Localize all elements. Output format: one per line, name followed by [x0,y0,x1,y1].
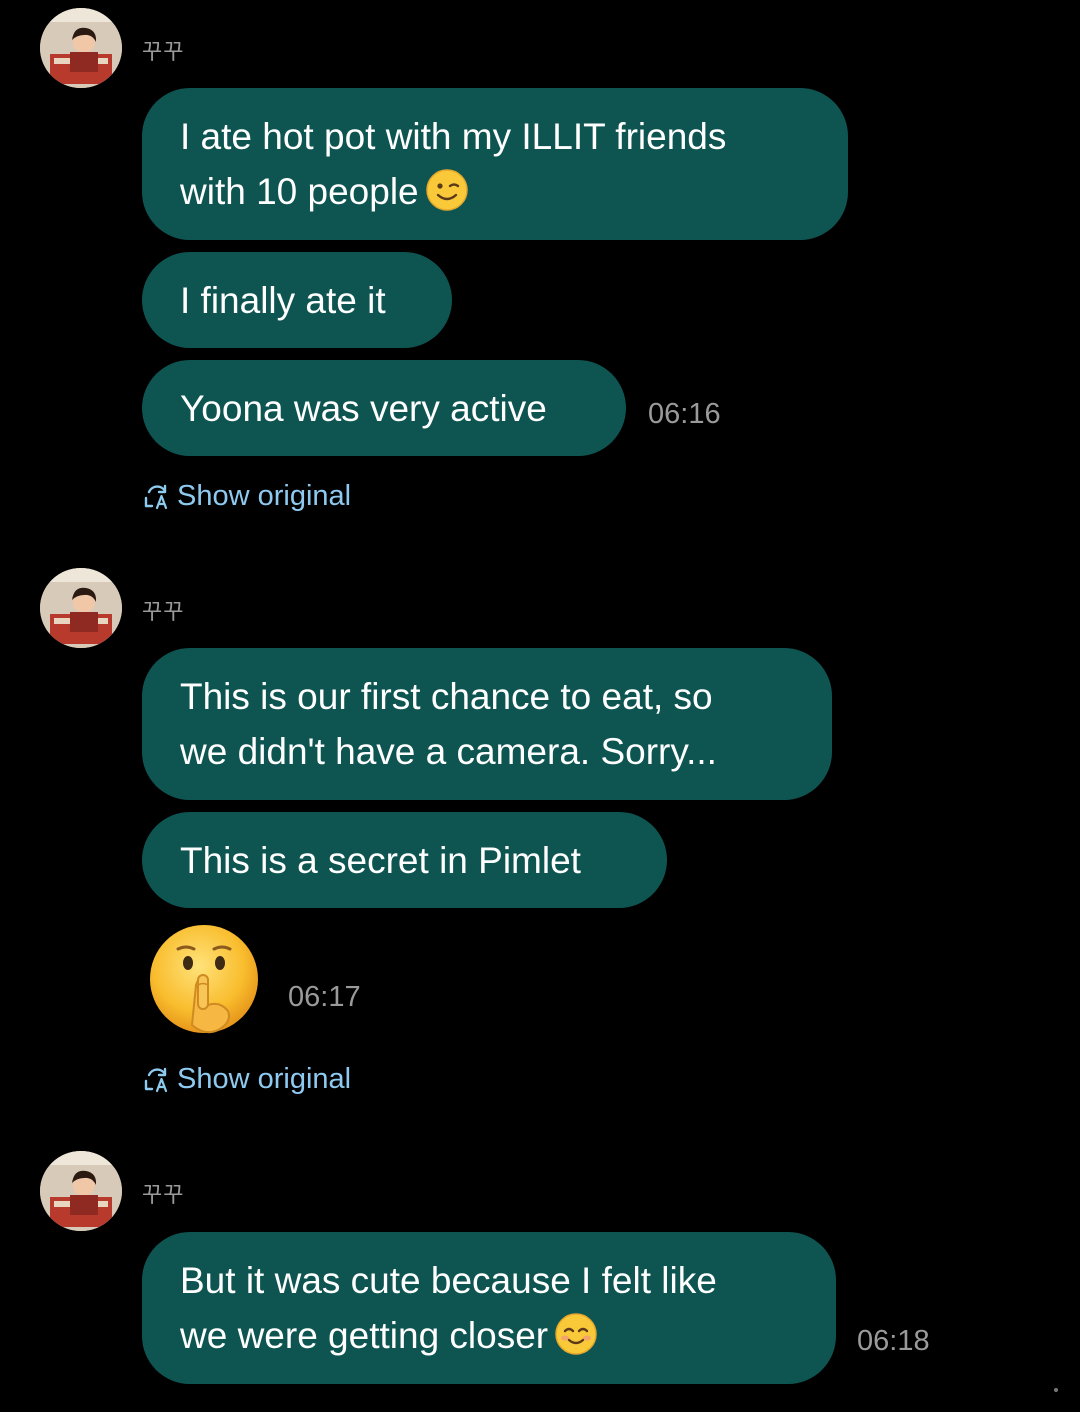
sender-name: 꾸꾸 [142,599,185,624]
winking-face-emoji [425,169,468,211]
profile-photo [40,1151,122,1231]
message-timestamp: 06:16 [648,398,721,430]
avatar[interactable] [40,568,122,648]
message-timestamp: 06:18 [857,1325,930,1357]
translate-icon [144,1067,168,1092]
message-bubble[interactable]: This is our first chance to eat, so we d… [142,648,832,800]
avatar[interactable] [40,1151,122,1231]
profile-photo [40,8,122,88]
smiling-face-emoji [555,1313,597,1355]
message-text: Yoona was very active [180,387,547,429]
message-bubble[interactable]: This is a secret in Pimlet [142,812,667,908]
show-original-label: Show original [177,1063,352,1095]
message-bubble[interactable]: I finally ate it [142,252,452,348]
avatar[interactable] [40,8,122,88]
message-text: But it was cute because I felt like we w… [180,1260,717,1356]
show-original-link[interactable]: Show original [143,480,351,513]
profile-photo [40,568,122,648]
message-bubble[interactable]: But it was cute because I felt like we w… [142,1232,836,1384]
message-text: I ate hot pot with my ILLIT friends with… [180,116,727,212]
message-text: I finally ate it [180,279,386,321]
show-original-link[interactable]: Show original [143,1063,351,1096]
message-bubble[interactable]: Yoona was very active [142,360,626,456]
sender-name: 꾸꾸 [142,39,185,64]
show-original-label: Show original [177,480,352,512]
translate-icon [144,484,168,509]
shushing-face-emoji[interactable] [148,925,264,1037]
message-text: This is our first chance to eat, so we d… [180,676,717,772]
message-text: This is a secret in Pimlet [180,839,581,881]
message-bubble[interactable]: I ate hot pot with my ILLIT friends with… [142,88,848,240]
sender-name: 꾸꾸 [142,1182,185,1207]
scroll-indicator [1054,1388,1058,1392]
message-timestamp: 06:17 [288,981,361,1013]
